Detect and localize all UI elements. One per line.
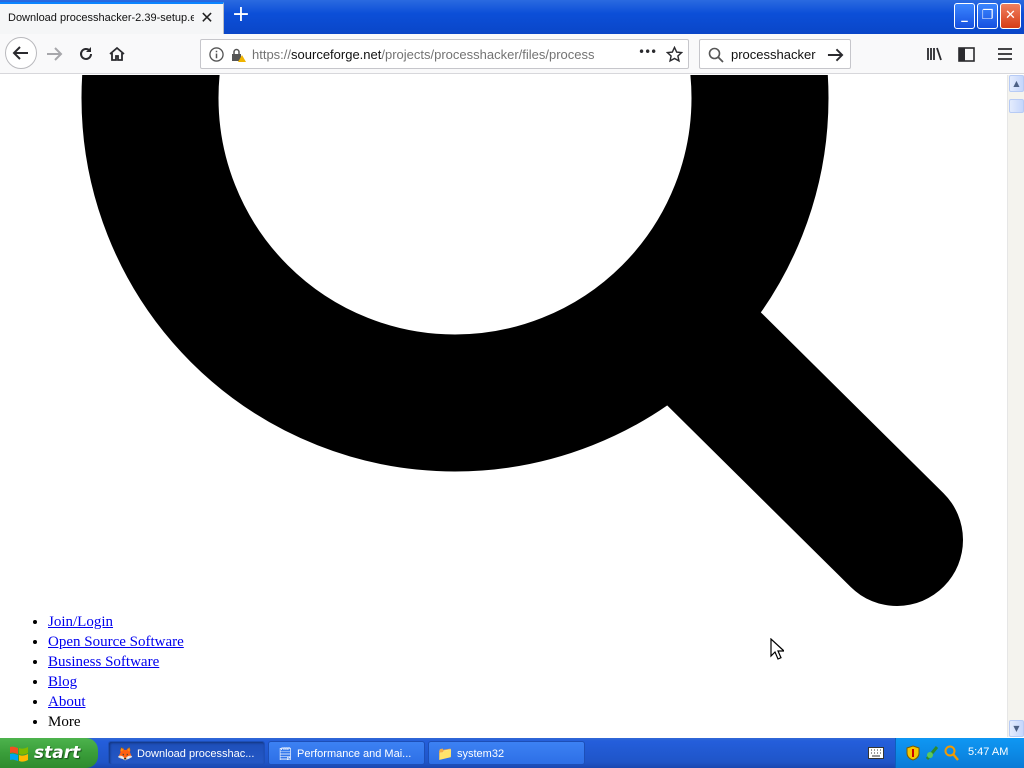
join-login-link[interactable]: Join/Login xyxy=(48,614,113,630)
arrow-left-icon xyxy=(12,46,28,60)
scroll-up-button[interactable]: ▲ xyxy=(1009,75,1024,92)
arrow-right-icon xyxy=(47,47,63,61)
title-bar: Download processhacker-2.39-setup.e ✕ + … xyxy=(0,0,1024,34)
info-icon xyxy=(209,47,224,62)
open-source-software-link[interactable]: Open Source Software xyxy=(48,634,184,650)
search-icon xyxy=(708,47,724,63)
search-tray-icon[interactable] xyxy=(944,745,959,761)
site-nav-list: Join/Login Open Source Software Business… xyxy=(30,612,184,732)
url-prefix: https:// xyxy=(252,47,292,62)
reload-icon xyxy=(80,47,92,60)
search-go-icon[interactable] xyxy=(827,47,844,63)
home-icon xyxy=(109,46,125,61)
folder-icon: 📁 xyxy=(437,746,454,761)
minimize-button[interactable]: _ xyxy=(954,3,975,29)
taskbar-item-performance[interactable]: 🗒 Performance and Mai... xyxy=(268,741,425,765)
url-text[interactable]: https://sourceforge.net/projects/process… xyxy=(252,47,612,62)
list-item: Join/Login xyxy=(48,612,184,632)
taskbar-item-firefox[interactable]: 🦊 Download processhac... xyxy=(108,741,265,765)
url-bar[interactable]: https://sourceforge.net/projects/process… xyxy=(200,39,689,69)
new-tab-button[interactable]: + xyxy=(230,4,252,26)
list-item: Business Software xyxy=(48,652,184,672)
start-label: start xyxy=(34,743,81,763)
business-software-link[interactable]: Business Software xyxy=(48,654,159,670)
clock: 5:47 AM xyxy=(968,746,1009,758)
lock-warning-icon[interactable] xyxy=(230,47,246,63)
list-item: More xyxy=(48,712,184,732)
navigation-toolbar: https://sourceforge.net/projects/process… xyxy=(0,34,1024,74)
search-bar[interactable]: processhacker xyxy=(699,39,851,69)
list-item: About xyxy=(48,692,184,712)
scroll-down-button[interactable]: ▼ xyxy=(1009,720,1024,737)
sidebar-icon xyxy=(957,46,975,62)
list-item: Blog xyxy=(48,672,184,692)
tab-title: Download processhacker-2.39-setup.e xyxy=(8,12,194,24)
home-button[interactable] xyxy=(103,40,131,68)
page-actions-button[interactable]: ••• xyxy=(638,45,657,59)
windows-logo-icon xyxy=(10,746,28,762)
mouse-cursor-icon xyxy=(770,638,784,660)
about-link[interactable]: About xyxy=(48,694,86,710)
hamburger-menu-icon xyxy=(998,48,1012,60)
library-icon xyxy=(927,47,942,61)
restore-button[interactable]: ❐ xyxy=(977,3,998,29)
system-tray: 5:47 AM xyxy=(895,738,1024,768)
taskbar: start 🦊 Download processhac... 🗒 Perform… xyxy=(0,738,1024,768)
page-content: Join/Login Open Source Software Business… xyxy=(0,75,1007,737)
search-input[interactable]: processhacker xyxy=(731,47,816,62)
task-label: Download processhac... xyxy=(137,748,255,760)
library-button[interactable] xyxy=(921,40,949,68)
close-window-button[interactable]: ✕ xyxy=(1000,3,1021,29)
start-button[interactable]: start xyxy=(0,738,98,768)
control-panel-icon: 🗒 xyxy=(277,746,294,761)
more-menu-label[interactable]: More xyxy=(48,714,81,730)
security-shield-icon[interactable] xyxy=(906,745,920,761)
reload-button[interactable] xyxy=(72,40,100,68)
url-domain: sourceforge.net xyxy=(291,47,382,62)
browser-tab[interactable]: Download processhacker-2.39-setup.e ✕ xyxy=(0,2,224,34)
tab-close-icon[interactable]: ✕ xyxy=(198,9,216,27)
search-icon xyxy=(81,75,963,606)
list-item: Open Source Software xyxy=(48,632,184,652)
url-path: /projects/processhacker/files/process xyxy=(381,47,595,62)
forward-button[interactable] xyxy=(40,40,68,68)
menu-button[interactable] xyxy=(991,40,1019,68)
vertical-scrollbar[interactable]: ▲ ▼ xyxy=(1007,75,1024,737)
keyboard-icon[interactable] xyxy=(868,747,884,759)
network-icon[interactable] xyxy=(925,745,939,761)
sidebar-button[interactable] xyxy=(952,40,980,68)
task-label: Performance and Mai... xyxy=(297,748,412,760)
task-label: system32 xyxy=(457,748,505,760)
firefox-icon: 🦊 xyxy=(117,746,134,761)
scroll-thumb[interactable] xyxy=(1009,99,1024,113)
back-button[interactable] xyxy=(5,37,37,69)
blog-link[interactable]: Blog xyxy=(48,674,77,690)
bookmark-star-icon[interactable] xyxy=(666,46,683,63)
taskbar-item-system32[interactable]: 📁 system32 xyxy=(428,741,585,765)
